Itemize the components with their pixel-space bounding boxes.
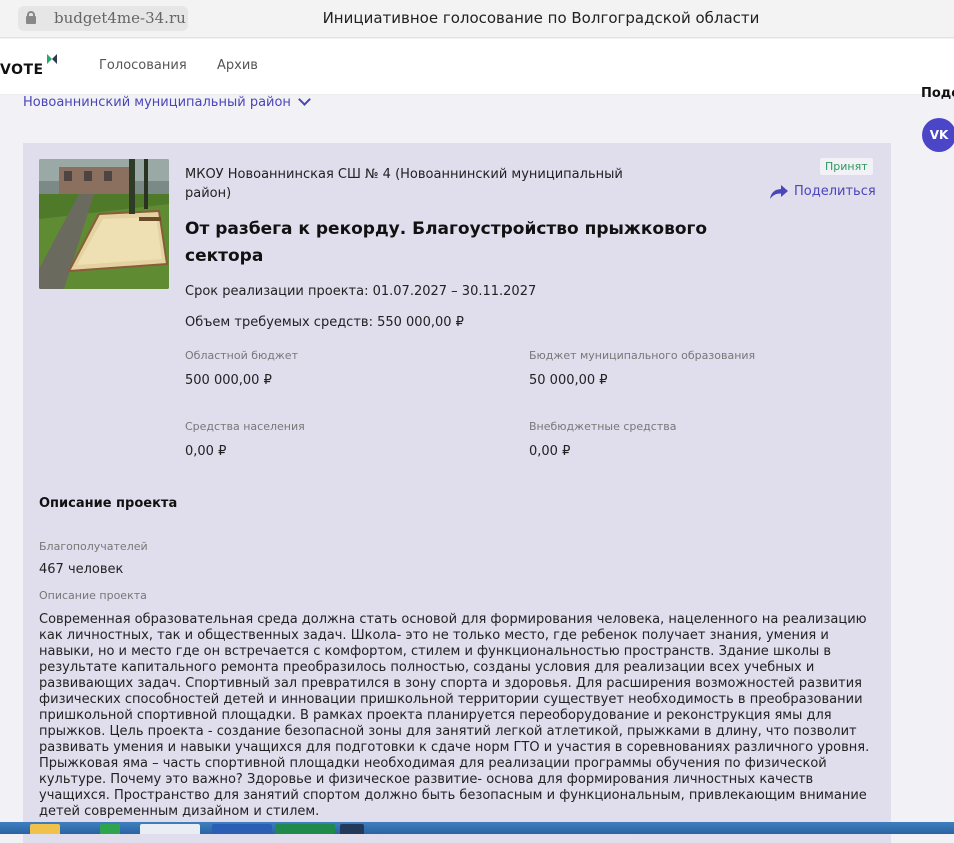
- description-heading: Описание проекта: [39, 496, 178, 511]
- taskbar-item[interactable]: [140, 824, 200, 834]
- district-filter[interactable]: Новоаннинский муниципальный район: [23, 93, 311, 110]
- os-taskbar: [0, 822, 954, 834]
- share-arrow-icon: [770, 184, 788, 199]
- project-title: От разбега к рекорду. Благоустройство пр…: [185, 219, 708, 266]
- nav-archive[interactable]: Архив: [217, 58, 258, 73]
- page-title: Инициативное голосование по Волгоградско…: [322, 9, 760, 27]
- browser-toolbar: budget4me-34.ru Инициативное голосование…: [0, 0, 954, 38]
- project-organization: МКОУ Новоаннинская СШ № 4 (Новоаннинский…: [185, 167, 623, 201]
- start-icon[interactable]: [30, 824, 60, 834]
- funding-label-extrabudget: Внебюджетные средства: [529, 420, 677, 433]
- share-button[interactable]: Поделиться: [770, 184, 876, 199]
- project-card: МКОУ Новоаннинская СШ № 4 (Новоаннинский…: [23, 143, 891, 843]
- description-label: Описание проекта: [39, 589, 147, 602]
- funding-value-population: 0,00 ₽: [185, 444, 227, 459]
- chevron-down-icon: [298, 93, 311, 106]
- status-badge: Принят: [820, 158, 873, 175]
- funding-label-municipal: Бюджет муниципального образования: [529, 349, 756, 362]
- funding-value-municipal: 50 000,00 ₽: [529, 373, 608, 388]
- app-icon[interactable]: [100, 824, 120, 834]
- funding-value-extrabudget: 0,00 ₽: [529, 444, 571, 459]
- project-term: Срок реализации проекта: 01.07.2027 – 30…: [185, 284, 537, 299]
- excel-icon[interactable]: [275, 824, 335, 834]
- browser-icon[interactable]: [340, 824, 364, 834]
- funding-label-population: Средства населения: [185, 420, 305, 433]
- share-sidebar-heading: Подел: [921, 86, 954, 101]
- site-header: VOTE Голосования Архив: [0, 39, 954, 95]
- nav-votings[interactable]: Голосования: [99, 58, 187, 73]
- beneficiaries-value: 467 человек: [39, 562, 124, 577]
- funding-value-regional: 500 000,00 ₽: [185, 373, 272, 388]
- funding-label-regional: Областной бюджет: [185, 349, 298, 362]
- word-icon[interactable]: [212, 824, 272, 834]
- district-label: Новоаннинский муниципальный район: [23, 95, 291, 110]
- beneficiaries-label: Благополучателей: [39, 540, 148, 553]
- vk-icon[interactable]: VK: [922, 118, 954, 152]
- project-volume: Объем требуемых средств: 550 000,00 ₽: [185, 315, 464, 330]
- site-logo[interactable]: VOTE: [0, 62, 44, 78]
- project-photo: [39, 159, 169, 289]
- share-label: Поделиться: [794, 184, 876, 199]
- logo-mark-icon: [47, 54, 57, 64]
- project-description: Современная образовательная среда должна…: [39, 612, 870, 819]
